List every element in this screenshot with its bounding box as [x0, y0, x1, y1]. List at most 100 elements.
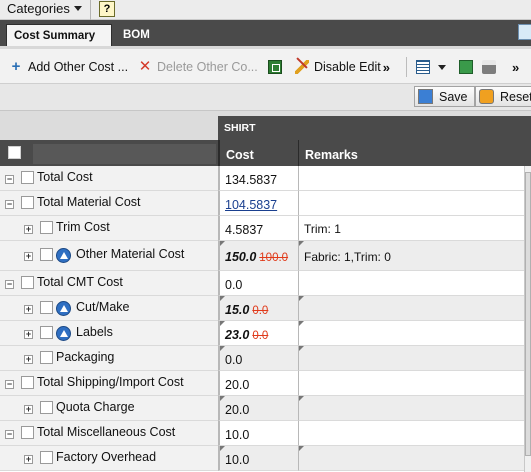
- remarks-cell[interactable]: [298, 296, 531, 321]
- add-other-cost-label: Add Other Cost ...: [28, 60, 129, 74]
- remarks-cell[interactable]: [298, 191, 531, 216]
- vertical-scrollbar[interactable]: [524, 166, 531, 472]
- cost-cell[interactable]: 150.0 100.0: [218, 241, 298, 271]
- cost-cell[interactable]: 20.0: [218, 396, 298, 421]
- expand-toggle-icon[interactable]: +: [24, 330, 33, 339]
- expand-toggle-icon[interactable]: +: [24, 305, 33, 314]
- table-row[interactable]: + Other Material Cost 150.0 100.0 Fabric:…: [0, 241, 531, 271]
- select-all-checkbox[interactable]: [8, 146, 21, 159]
- table-row[interactable]: + Quota Charge 20.0: [0, 396, 531, 421]
- tab-bom[interactable]: BOM: [116, 24, 157, 46]
- delete-other-cost-button[interactable]: ✕ Delete Other Co...: [138, 58, 258, 76]
- remarks-cell[interactable]: Fabric: 1,Trim: 0: [298, 241, 531, 271]
- row-checkbox[interactable]: [40, 248, 53, 261]
- reset-button[interactable]: Reset: [475, 86, 531, 107]
- remarks-cell[interactable]: Trim: 1: [298, 216, 531, 241]
- scrollbar-thumb[interactable]: [525, 172, 531, 456]
- cost-cell[interactable]: 0.0: [218, 271, 298, 296]
- warning-icon: [56, 326, 71, 341]
- row-checkbox[interactable]: [40, 221, 53, 234]
- tree-cell: − Total CMT Cost: [0, 271, 218, 296]
- cost-value: 10.0: [225, 428, 250, 442]
- tree-cell: − Total Shipping/Import Cost: [0, 371, 218, 396]
- warning-icon: [56, 301, 71, 316]
- print-button[interactable]: [482, 58, 501, 76]
- table-row[interactable]: − Total Miscellaneous Cost 10.0: [0, 421, 531, 446]
- remarks-cell[interactable]: [298, 371, 531, 396]
- cost-value: 134.5837: [225, 173, 278, 187]
- cost-cell[interactable]: 104.5837: [218, 191, 298, 216]
- cost-cell[interactable]: 10.0: [218, 421, 298, 446]
- row-checkbox[interactable]: [40, 401, 53, 414]
- add-other-cost-button[interactable]: + Add Other Cost ...: [9, 58, 128, 76]
- table-row[interactable]: + Cut/Make 15.0 0.0: [0, 296, 531, 321]
- column-header-cost[interactable]: Cost: [218, 140, 298, 166]
- tree-cell: + Factory Overhead: [0, 446, 218, 471]
- cost-value: 0.0: [225, 353, 243, 367]
- cost-cell[interactable]: 10.0: [218, 446, 298, 471]
- cost-cell[interactable]: 15.0 0.0: [218, 296, 298, 321]
- cost-value: 150.0: [225, 250, 257, 264]
- categories-menu[interactable]: Categories: [7, 1, 82, 16]
- cost-cell[interactable]: 23.0 0.0: [218, 321, 298, 346]
- expand-toggle-icon[interactable]: +: [24, 225, 33, 234]
- row-checkbox[interactable]: [40, 351, 53, 364]
- table-row[interactable]: − Total Material Cost 104.5837: [0, 191, 531, 216]
- cost-link[interactable]: 104.5837: [225, 198, 277, 212]
- row-label: Packaging: [56, 350, 115, 364]
- group-header-shirt: SHIRT: [218, 116, 531, 140]
- disable-edit-button[interactable]: Disable Edit »: [295, 58, 390, 76]
- reset-icon: [479, 89, 494, 104]
- remarks-cell[interactable]: [298, 271, 531, 296]
- expand-toggle-icon[interactable]: +: [24, 405, 33, 414]
- table-row[interactable]: − Total Shipping/Import Cost 20.0: [0, 371, 531, 396]
- export-excel-button[interactable]: [268, 58, 287, 76]
- expand-toggle-icon[interactable]: +: [24, 355, 33, 364]
- column-header-remarks[interactable]: Remarks: [298, 140, 531, 166]
- tab-cost-summary[interactable]: Cost Summary: [6, 24, 112, 46]
- remarks-cell[interactable]: [298, 166, 531, 191]
- row-checkbox[interactable]: [40, 451, 53, 464]
- row-checkbox[interactable]: [21, 196, 34, 209]
- table-row[interactable]: + Packaging 0.0: [0, 346, 531, 371]
- window-restore-icon[interactable]: [518, 24, 531, 40]
- cost-cell[interactable]: 0.0: [218, 346, 298, 371]
- row-checkbox[interactable]: [21, 376, 34, 389]
- collapse-toggle-icon[interactable]: −: [5, 200, 14, 209]
- toolbar-overflow-button[interactable]: »: [510, 58, 519, 76]
- remarks-cell[interactable]: [298, 421, 531, 446]
- save-label: Save: [439, 89, 468, 104]
- categories-label: Categories: [7, 1, 70, 16]
- collapse-toggle-icon[interactable]: −: [5, 430, 14, 439]
- cost-cell[interactable]: 20.0: [218, 371, 298, 396]
- save-button[interactable]: Save: [414, 86, 475, 107]
- cost-value: 23.0: [225, 328, 250, 342]
- table-row[interactable]: − Total Cost 134.5837: [0, 166, 531, 191]
- modified-marker: [220, 396, 225, 401]
- table-row[interactable]: + Trim Cost 4.5837 Trim: 1: [0, 216, 531, 241]
- expand-toggle-icon[interactable]: +: [24, 455, 33, 464]
- table-row[interactable]: + Labels 23.0 0.0: [0, 321, 531, 346]
- remarks-cell[interactable]: [298, 321, 531, 346]
- cost-cell[interactable]: 4.5837: [218, 216, 298, 241]
- grid-view-menu[interactable]: [416, 58, 446, 76]
- row-checkbox[interactable]: [21, 276, 34, 289]
- book-button[interactable]: [459, 58, 478, 76]
- help-button[interactable]: ?: [99, 1, 115, 17]
- collapse-toggle-icon[interactable]: −: [5, 280, 14, 289]
- collapse-toggle-icon[interactable]: −: [5, 175, 14, 184]
- row-checkbox[interactable]: [40, 301, 53, 314]
- collapse-toggle-icon[interactable]: −: [5, 380, 14, 389]
- overflow-chevron-icon[interactable]: »: [383, 60, 390, 75]
- remarks-cell[interactable]: [298, 346, 531, 371]
- table-row[interactable]: + Factory Overhead 10.0: [0, 446, 531, 471]
- row-checkbox[interactable]: [21, 171, 34, 184]
- row-checkbox[interactable]: [21, 426, 34, 439]
- row-checkbox[interactable]: [40, 326, 53, 339]
- remarks-cell[interactable]: [298, 446, 531, 471]
- cost-cell[interactable]: 134.5837: [218, 166, 298, 191]
- row-label: Quota Charge: [56, 400, 135, 414]
- table-row[interactable]: − Total CMT Cost 0.0: [0, 271, 531, 296]
- remarks-cell[interactable]: [298, 396, 531, 421]
- expand-toggle-icon[interactable]: +: [24, 252, 33, 261]
